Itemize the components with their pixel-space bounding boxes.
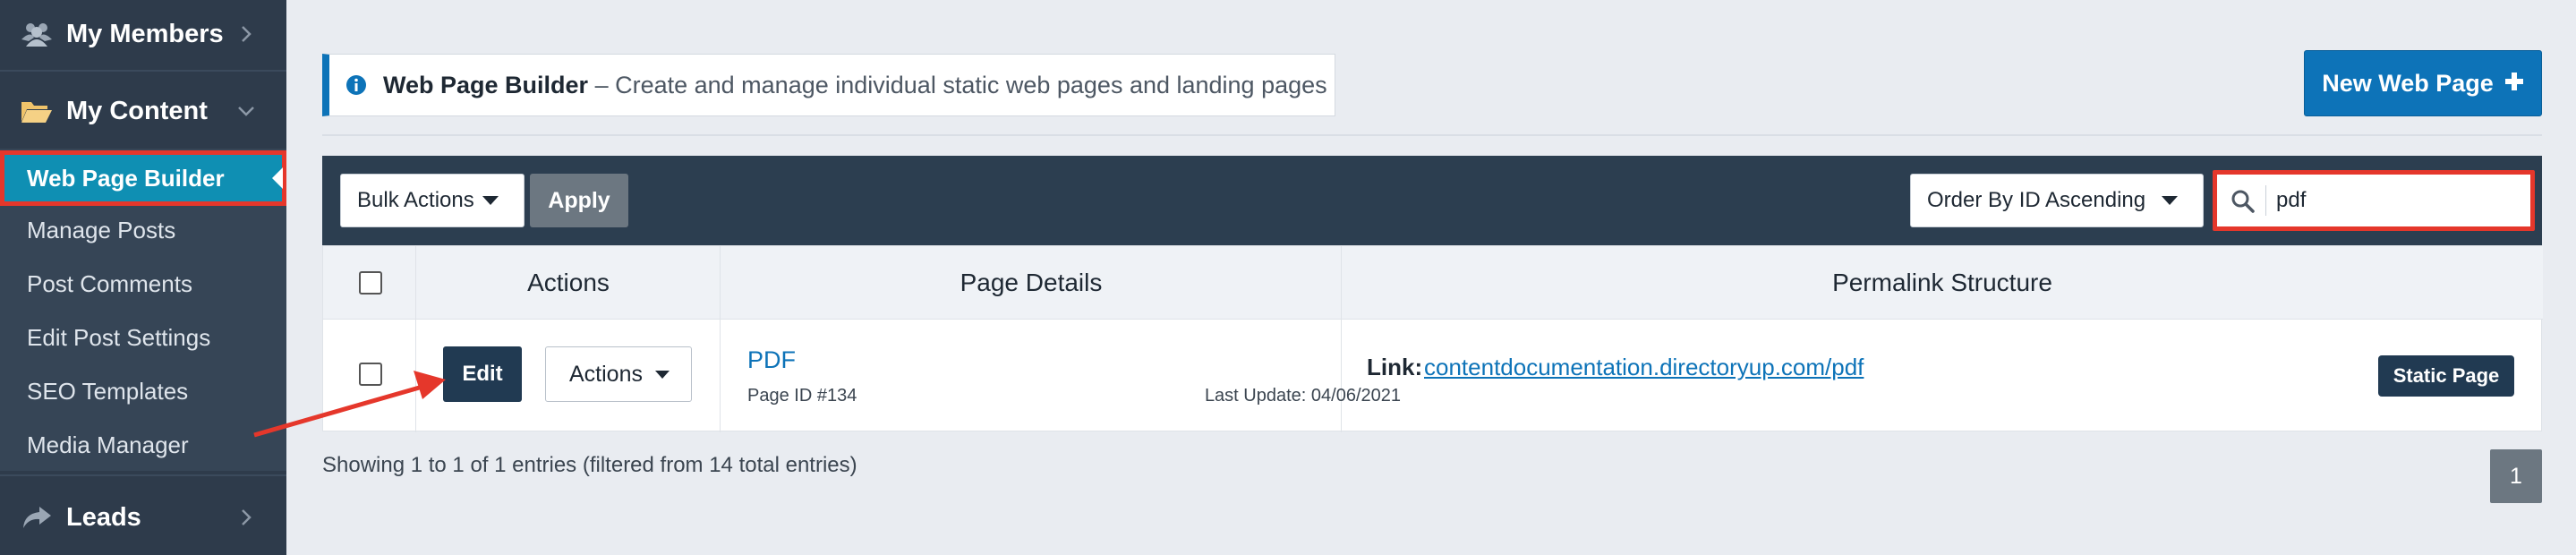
row-actions-dropdown[interactable]: Actions [545,346,692,402]
nav-divider [0,70,286,72]
nav-my-members[interactable]: My Members [0,0,286,68]
active-caret-icon [272,167,283,189]
caret-down-icon [482,196,499,205]
new-web-page-label: New Web Page [2322,69,2494,97]
row-checkbox[interactable] [359,363,382,386]
select-all-checkbox[interactable] [359,271,382,295]
order-by-value: Order By ID Ascending [1927,188,2146,212]
column-header-actions: Actions [527,269,610,296]
apply-button[interactable]: Apply [530,174,628,227]
folder-open-icon [20,94,54,128]
sidebar-item-label: Edit Post Settings [27,323,211,351]
sidebar-item-post-comments[interactable]: Post Comments [0,258,286,310]
nav-divider [0,474,286,476]
table-row: Edit Actions PDF Page ID #134 Last Updat… [323,320,2543,432]
sidebar-item-label: Post Comments [27,269,192,297]
table-header-row: Actions Page Details Permalink Structure [323,246,2543,320]
edit-button[interactable]: Edit [443,346,522,402]
order-by-select[interactable]: Order By ID Ascending [1910,174,2204,227]
pages-table: Actions Page Details Permalink Structure… [322,245,2543,432]
chevron-right-icon [236,508,256,527]
column-header-permalink: Permalink Structure [1832,269,2052,296]
column-header-page-details: Page Details [960,269,1103,296]
sidebar-item-media-manager[interactable]: Media Manager [0,419,286,471]
nav-my-members-label: My Members [66,19,224,48]
search-icon [2230,188,2256,215]
search-input[interactable] [2271,178,2521,223]
nav-my-content-label: My Content [66,96,208,125]
sidebar-item-web-page-builder[interactable]: Web Page Builder [0,150,286,206]
sidebar-item-label: Manage Posts [27,216,176,243]
nav-leads[interactable]: Leads [0,480,286,555]
entries-info: Showing 1 to 1 of 1 entries (filtered fr… [322,453,857,477]
plus-icon [2504,70,2524,98]
page-title-link[interactable]: PDF [747,346,796,374]
caret-down-icon [2162,196,2178,205]
sidebar-item-label: SEO Templates [27,377,189,405]
table-toolbar: Bulk Actions Apply Order By ID Ascending [322,156,2542,245]
row-actions-label: Actions [569,361,643,387]
sidebar-item-edit-post-settings[interactable]: Edit Post Settings [0,312,286,363]
page-id: Page ID #134 [747,386,857,406]
link-label: Link: [1367,354,1423,380]
sidebar-item-manage-posts[interactable]: Manage Posts [0,204,286,256]
last-update: Last Update: 04/06/2021 [1204,386,1401,406]
permalink-url[interactable]: contentdocumentation.directoryup.com/pdf [1424,354,1864,381]
share-icon [20,500,54,534]
nav-leads-label: Leads [66,502,141,532]
header-divider [322,134,2542,136]
search-box [2213,170,2535,231]
my-content-submenu: Web Page Builder Manage Posts Post Comme… [0,149,286,471]
static-page-badge: Static Page [2378,355,2514,397]
sidebar-item-label: Media Manager [27,431,189,458]
page-title: Web Page Builder [383,71,589,98]
new-web-page-button[interactable]: New Web Page [2304,50,2542,116]
sidebar-item-seo-templates[interactable]: SEO Templates [0,365,286,417]
bulk-actions-select[interactable]: Bulk Actions [340,174,525,227]
sidebar-item-label: Web Page Builder [27,164,225,192]
nav-my-content[interactable]: My Content [0,73,286,149]
caret-down-icon [655,371,670,379]
pagination-page-1[interactable]: 1 [2490,449,2542,503]
users-icon [20,17,54,51]
chevron-right-icon [236,24,256,44]
page-info-banner: Web Page Builder – Create and manage ind… [322,54,1335,116]
info-circle-icon [345,74,367,96]
search-separator [2265,185,2266,216]
chevron-down-icon [236,101,256,121]
page-description: – Create and manage individual static we… [588,71,1327,98]
sidebar: My Members My Content Web Page Builder M… [0,0,286,555]
bulk-actions-value: Bulk Actions [357,188,474,212]
